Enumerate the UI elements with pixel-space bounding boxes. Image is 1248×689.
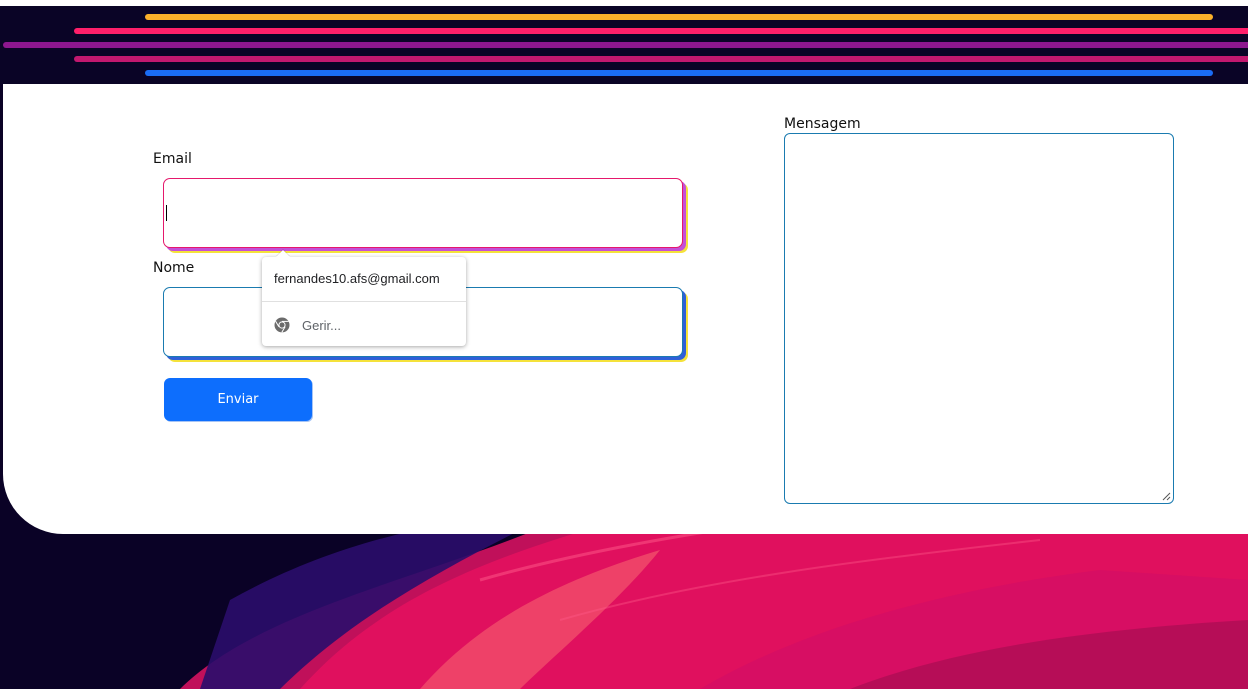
- top-white-strip: [0, 0, 1248, 6]
- stripe-purple: [3, 42, 1248, 48]
- popup-divider: [262, 301, 466, 302]
- autofill-manage[interactable]: Gerir...: [274, 317, 341, 333]
- stripe-blue: [145, 70, 1213, 76]
- popup-arrow: [276, 250, 290, 257]
- autofill-suggestion[interactable]: fernandes10.afs@gmail.com: [274, 271, 440, 286]
- stripe-orange: [145, 14, 1213, 20]
- autofill-popup: fernandes10.afs@gmail.com Gerir...: [262, 250, 466, 346]
- chrome-icon: [274, 317, 290, 333]
- stripe-pink: [74, 28, 1248, 34]
- mensagem-textarea[interactable]: [785, 134, 1173, 503]
- email-input[interactable]: [164, 179, 682, 247]
- email-field-wrapper: [163, 178, 683, 248]
- nome-label: Nome: [153, 260, 195, 276]
- mensagem-label: Mensagem: [784, 116, 861, 132]
- submit-button[interactable]: Enviar: [164, 378, 312, 421]
- stripe-magenta: [74, 56, 1248, 62]
- email-label: Email: [153, 151, 192, 167]
- autofill-manage-label: Gerir...: [302, 317, 342, 333]
- resize-grip-icon[interactable]: [1161, 491, 1171, 501]
- decorative-header: [0, 0, 1248, 84]
- text-caret: [166, 205, 167, 221]
- mensagem-wrapper: [784, 133, 1174, 504]
